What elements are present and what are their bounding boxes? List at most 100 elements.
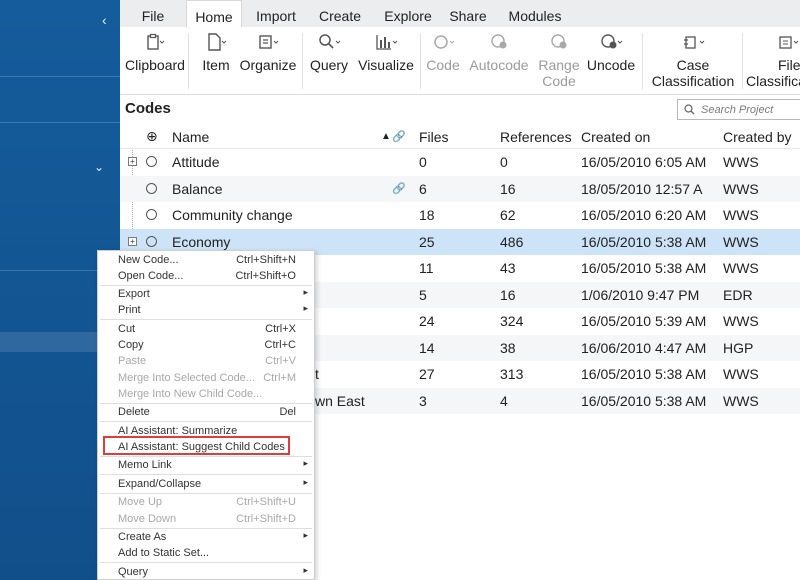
menu-item-label: Delete bbox=[118, 406, 150, 418]
range-code-label: Range bbox=[538, 57, 580, 73]
tab-explore[interactable]: Explore bbox=[378, 0, 438, 27]
menu-item-add-static-set[interactable]: Add to Static Set... bbox=[98, 545, 314, 561]
row-created-by: WWS bbox=[723, 233, 759, 250]
uncode-button[interactable]: Uncode bbox=[586, 27, 636, 95]
table-row[interactable]: Community change 18 62 16/05/2010 6:20 A… bbox=[120, 202, 800, 229]
tab-share[interactable]: Share bbox=[446, 0, 490, 27]
row-references: 486 bbox=[500, 233, 524, 250]
menu-separator bbox=[100, 474, 312, 475]
row-files: 25 bbox=[419, 233, 435, 250]
row-files: 0 bbox=[419, 154, 427, 170]
uncode-label: Uncode bbox=[586, 57, 636, 73]
visualize-label: Visualize bbox=[358, 57, 414, 73]
row-files: 24 bbox=[419, 313, 435, 329]
code-label: Code bbox=[426, 57, 460, 73]
submenu-arrow-icon: ▸ bbox=[303, 477, 308, 487]
item-label: Item bbox=[202, 57, 230, 73]
visualize-button[interactable]: Visualize bbox=[356, 27, 416, 95]
code-button[interactable]: Code bbox=[424, 27, 462, 95]
table-header: ⊕ Name ▲ 🔗 Files References Created on C… bbox=[120, 125, 800, 149]
row-references: 4 bbox=[500, 392, 508, 409]
tab-modules[interactable]: Modules bbox=[502, 0, 568, 27]
range-code-button[interactable]: Range Code bbox=[534, 27, 584, 95]
menu-item-shortcut: Ctrl+Shift+N bbox=[236, 254, 296, 266]
menu-item-print[interactable]: Print ▸ bbox=[98, 302, 314, 318]
search-input[interactable]: Search Project bbox=[677, 99, 800, 120]
menu-item-export[interactable]: Export ▸ bbox=[98, 286, 314, 302]
row-references: 38 bbox=[500, 339, 516, 356]
sort-ascending-icon[interactable]: ▲ bbox=[381, 131, 391, 142]
highlight-annotation-box bbox=[103, 436, 290, 455]
submenu-arrow-icon: ▸ bbox=[303, 458, 308, 468]
row-references: 313 bbox=[500, 366, 524, 382]
row-files: 6 bbox=[419, 180, 427, 197]
row-created-on: 16/05/2010 5:39 AM bbox=[581, 313, 707, 329]
submenu-arrow-icon: ▸ bbox=[303, 565, 308, 575]
codes-header: Codes Search Project bbox=[120, 96, 800, 124]
magnifier-icon bbox=[319, 34, 341, 49]
column-name[interactable]: Name bbox=[172, 129, 209, 145]
menu-separator bbox=[100, 421, 312, 422]
row-created-by: WWS bbox=[723, 366, 759, 382]
menu-item-open-code[interactable]: Open Code... Ctrl+Shift+O bbox=[98, 268, 314, 284]
submenu-arrow-icon: ▸ bbox=[303, 530, 308, 540]
menu-item-merge-new-child[interactable]: Merge Into New Child Code... bbox=[98, 386, 314, 402]
menu-item-new-code[interactable]: New Code... Ctrl+Shift+N bbox=[98, 252, 314, 268]
menu-item-move-up[interactable]: Move Up Ctrl+Shift+U bbox=[98, 494, 314, 510]
case-classification-button[interactable]: Case Classification bbox=[648, 27, 738, 95]
menu-item-label: Open Code... bbox=[118, 270, 184, 282]
organize-label: Organize bbox=[239, 57, 297, 73]
ribbon-tabs: File Home Import Create Explore Share Mo… bbox=[120, 0, 800, 27]
menu-item-move-down[interactable]: Move Down Ctrl+Shift+D bbox=[98, 511, 314, 527]
row-created-on: 1/06/2010 9:47 PM bbox=[581, 286, 700, 303]
file-classification-button[interactable]: File Classifica bbox=[746, 27, 800, 95]
row-files: 27 bbox=[419, 366, 435, 382]
expand-icon[interactable]: + bbox=[128, 236, 137, 246]
tab-home[interactable]: Home bbox=[186, 0, 242, 27]
tab-create[interactable]: Create bbox=[314, 0, 366, 27]
menu-item-expand-collapse[interactable]: Expand/Collapse ▸ bbox=[98, 476, 314, 492]
ribbon-divider bbox=[642, 33, 643, 89]
link-icon: 🔗 bbox=[392, 182, 406, 195]
chevron-down-icon[interactable]: ⌄ bbox=[94, 160, 104, 174]
menu-item-query[interactable]: Query ▸ bbox=[98, 564, 314, 580]
menu-item-paste[interactable]: Paste Ctrl+V bbox=[98, 353, 314, 369]
row-references: 16 bbox=[500, 180, 516, 197]
select-all-icon[interactable]: ⊕ bbox=[146, 128, 158, 145]
row-name: Economy bbox=[172, 233, 231, 250]
query-button[interactable]: Query bbox=[306, 27, 352, 95]
tab-import[interactable]: Import bbox=[250, 0, 302, 27]
menu-item-memo-link[interactable]: Memo Link ▸ bbox=[98, 457, 314, 473]
item-button[interactable]: Item bbox=[198, 27, 234, 95]
autocode-button[interactable]: Autocode bbox=[466, 27, 532, 95]
expand-icon[interactable]: + bbox=[128, 157, 137, 166]
menu-item-delete[interactable]: Delete Del bbox=[98, 404, 314, 420]
menu-item-copy[interactable]: Copy Ctrl+C bbox=[98, 337, 314, 353]
row-files: 11 bbox=[419, 260, 434, 276]
menu-item-cut[interactable]: Cut Ctrl+X bbox=[98, 321, 314, 337]
row-created-by: WWS bbox=[723, 180, 759, 197]
table-row[interactable]: + Attitude 0 0 16/05/2010 6:05 AM WWS bbox=[120, 149, 800, 176]
row-files: 3 bbox=[419, 392, 427, 409]
collapse-nav-icon[interactable]: ‹ bbox=[102, 12, 107, 28]
column-references[interactable]: References bbox=[500, 129, 572, 145]
column-created-on[interactable]: Created on bbox=[581, 129, 650, 145]
menu-item-label: Cut bbox=[118, 323, 136, 335]
tab-file[interactable]: File bbox=[134, 0, 172, 27]
row-created-by: WWS bbox=[723, 154, 759, 170]
menu-item-merge-selected[interactable]: Merge Into Selected Code... Ctrl+M bbox=[98, 370, 314, 386]
nav-divider bbox=[0, 122, 120, 123]
row-name: Attitude bbox=[172, 154, 220, 170]
organize-button[interactable]: Organize bbox=[238, 27, 298, 95]
ribbon-divider bbox=[742, 33, 743, 89]
menu-item-create-as[interactable]: Create As ▸ bbox=[98, 529, 314, 545]
column-created-by[interactable]: Created by bbox=[723, 129, 791, 145]
column-files[interactable]: Files bbox=[419, 129, 449, 145]
menu-item-label: Paste bbox=[118, 355, 147, 367]
file-classification-label: File bbox=[778, 57, 800, 73]
clipboard-button[interactable]: Clipboard bbox=[124, 27, 186, 95]
row-created-on: 16/05/2010 5:38 AM bbox=[581, 233, 707, 250]
table-row[interactable]: Balance 🔗 6 16 18/05/2010 12:57 A WWS bbox=[120, 175, 800, 202]
menu-item-shortcut: Ctrl+Shift+D bbox=[236, 513, 296, 525]
ribbon-divider bbox=[188, 33, 189, 89]
